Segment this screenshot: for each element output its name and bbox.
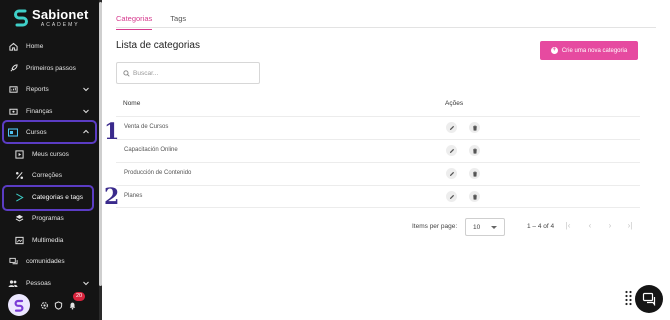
- sidebar-item-label: comunidades: [26, 257, 65, 265]
- previous-page-icon[interactable]: ‹: [584, 220, 596, 232]
- tabs-divider: [116, 27, 656, 28]
- cursos-highlight-outline: [2, 120, 97, 144]
- page-range: 1 – 4 of 4: [527, 223, 555, 230]
- category-name: Planes: [124, 193, 143, 199]
- notification-badge: 20: [73, 292, 85, 301]
- brand-subtitle: ACADEMY: [40, 22, 80, 28]
- category-name: Producción de Contenido: [124, 170, 192, 176]
- search-field[interactable]: [116, 62, 260, 84]
- sidebar-item-financas[interactable]: Finanças: [6, 102, 96, 120]
- sidebar-item-label: Primeiros passos: [26, 64, 76, 72]
- edit-pencil-icon[interactable]: [446, 122, 457, 133]
- items-per-page-value: 10: [473, 224, 481, 231]
- drag-handle-icon[interactable]: [625, 290, 632, 306]
- delete-trash-icon[interactable]: [469, 145, 480, 156]
- table-row[interactable]: Capacitación Online: [116, 139, 640, 162]
- items-per-page-label: Items per page:: [412, 223, 458, 230]
- sidebar-item-reports[interactable]: Reports: [6, 80, 96, 98]
- category-name: Venta de Cursos: [124, 124, 169, 130]
- next-page-icon[interactable]: ›: [604, 220, 616, 232]
- column-header-acoes: Ações: [445, 100, 464, 107]
- sidebar-item-label: Correções: [32, 171, 62, 179]
- dropdown-arrow-icon: [491, 226, 497, 229]
- sidebar-item-label: Finanças: [26, 107, 53, 115]
- chat-icon: [642, 292, 656, 306]
- search-icon: [123, 69, 130, 77]
- shield-icon[interactable]: [54, 301, 63, 310]
- settings-icon[interactable]: [40, 301, 49, 310]
- items-per-page-select[interactable]: 10: [465, 218, 505, 236]
- table-row[interactable]: Planes: [116, 185, 640, 208]
- category-name: Capacitación Online: [124, 147, 178, 153]
- sidebar-item-primeiros-passos[interactable]: Primeiros passos: [6, 59, 96, 77]
- sidebar-item-label: Pessoas: [26, 279, 51, 287]
- delete-trash-icon[interactable]: [469, 191, 480, 202]
- sidebar-footer: 20: [0, 288, 100, 320]
- paginator: Items per page: 10 1 – 4 of 4 |‹ ‹ › ›|: [0, 218, 670, 238]
- column-header-nome: Nome: [123, 100, 141, 107]
- sidebar-scrollbar-thumb[interactable]: [99, 2, 102, 286]
- home-icon: [8, 41, 18, 51]
- brand-name: Sabionet: [32, 7, 89, 22]
- table-row[interactable]: Venta de Cursos: [116, 116, 640, 139]
- delete-trash-icon[interactable]: [469, 168, 480, 179]
- wallet-icon: [8, 106, 18, 116]
- sidebar-item-comunidades[interactable]: comunidades: [6, 252, 96, 270]
- create-category-label: Crie uma nova categoria: [561, 47, 628, 54]
- plus-circle-icon: +: [550, 47, 558, 54]
- sidebar-item-label: Reports: [26, 85, 49, 93]
- categorias-highlight-outline: [2, 185, 94, 211]
- create-category-button[interactable]: + Crie uma nova categoria: [540, 41, 638, 60]
- bell-icon[interactable]: [68, 301, 77, 310]
- sidebar-item-label: Home: [26, 42, 44, 50]
- page-title: Lista de categorias: [116, 40, 200, 51]
- delete-trash-icon[interactable]: [469, 122, 480, 133]
- brand-logo[interactable]: Sabionet ACADEMY: [14, 8, 89, 28]
- table-row[interactable]: Producción de Contenido: [116, 162, 640, 185]
- edit-pencil-icon[interactable]: [446, 168, 457, 179]
- search-input[interactable]: [133, 69, 243, 77]
- reports-icon: [8, 84, 18, 94]
- app-window: Sabionet ACADEMY Home Primeiros passos R…: [0, 0, 670, 320]
- sidebar-item-meus-cursos[interactable]: Meus cursos: [14, 145, 96, 163]
- sabionet-logo-icon: [14, 9, 28, 27]
- rocket-icon: [8, 63, 18, 73]
- chevron-down-icon: [83, 281, 89, 286]
- edit-pencil-icon[interactable]: [446, 191, 457, 202]
- play-square-icon: [14, 149, 24, 159]
- chevron-down-icon: [83, 87, 89, 92]
- edit-pencil-icon[interactable]: [446, 145, 457, 156]
- percent-icon: [14, 170, 24, 180]
- sidebar-item-correcoes[interactable]: Correções: [14, 166, 96, 184]
- sidebar: Sabionet ACADEMY Home Primeiros passos R…: [0, 0, 102, 320]
- first-page-icon[interactable]: |‹: [562, 220, 574, 232]
- support-chat-button[interactable]: [635, 285, 663, 313]
- sidebar-item-label: Meus cursos: [32, 150, 69, 158]
- people-icon: [8, 278, 18, 288]
- chevron-down-icon: [83, 109, 89, 114]
- avatar[interactable]: [8, 294, 30, 316]
- last-page-icon[interactable]: ›|: [624, 220, 636, 232]
- sidebar-item-home[interactable]: Home: [6, 37, 96, 55]
- avatar-logo-icon: [14, 299, 24, 312]
- chat-bubbles-icon: [8, 256, 18, 266]
